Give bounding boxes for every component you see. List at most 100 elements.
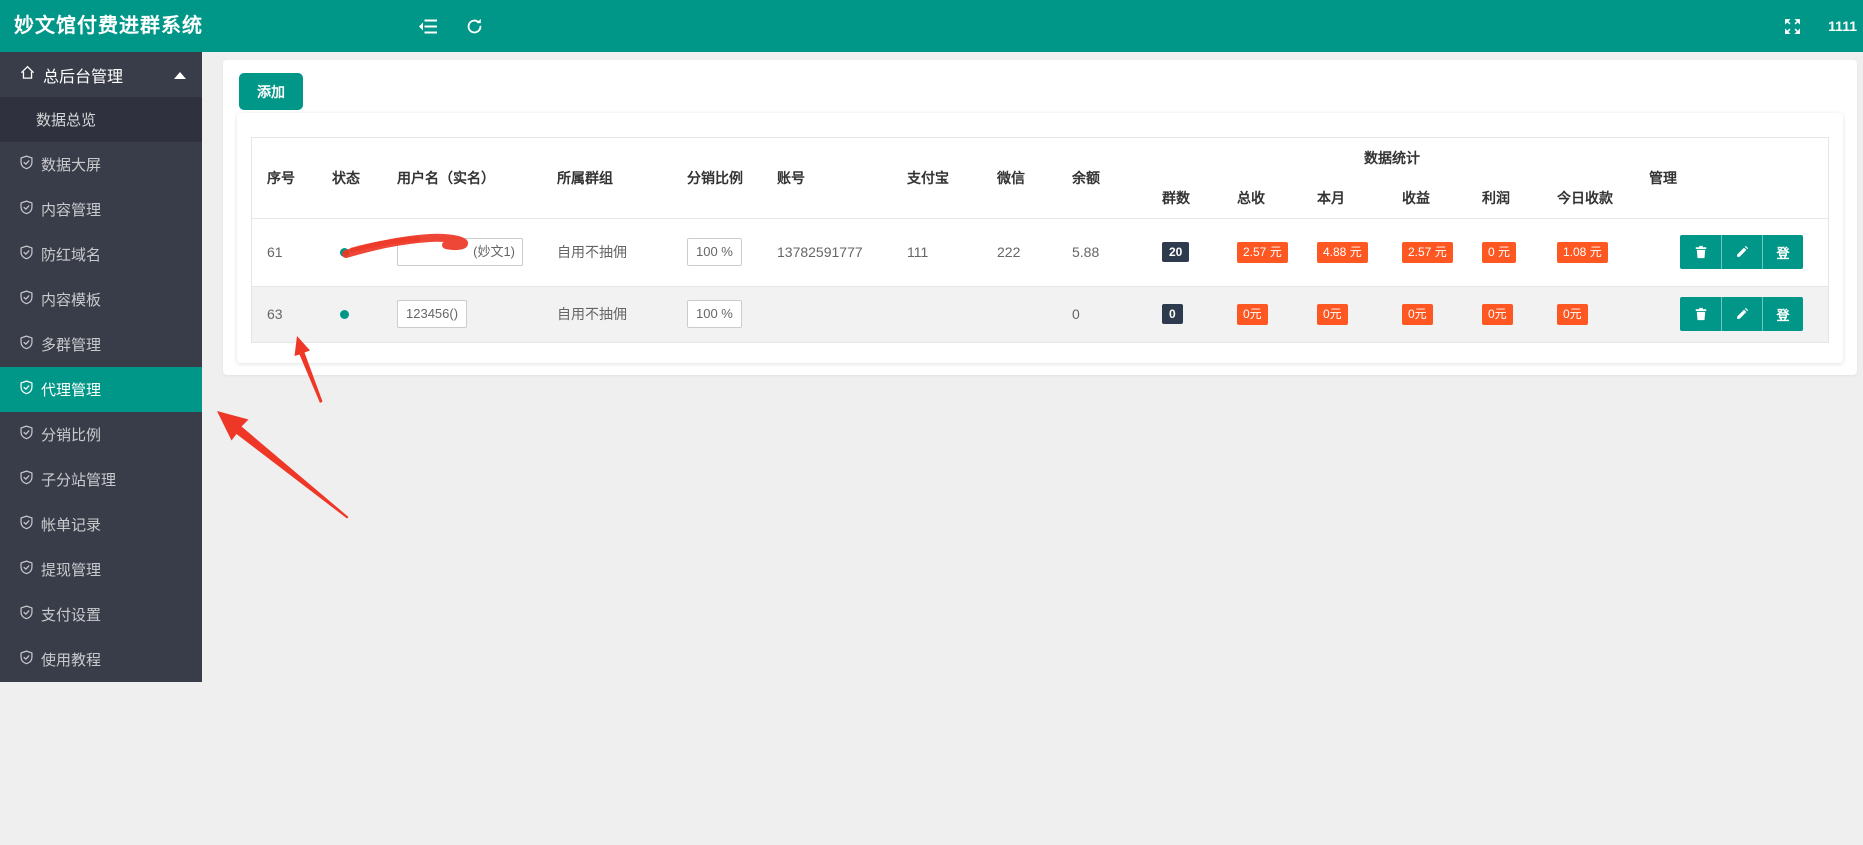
table-panel: 序号 状态 用户名（实名） 所属群组 分销比例 账号 支付宝 微信 余额 数据统… [237, 113, 1843, 363]
sidebar-item-label: 内容模板 [41, 292, 102, 309]
fullscreen-icon[interactable] [1782, 16, 1802, 36]
sidebar-parent-admin[interactable]: 总后台管理 [0, 52, 202, 97]
cell-seq: 63 [267, 306, 283, 323]
sidebar-item-label: 支付设置 [41, 607, 102, 624]
col-header-income: 收益 [1402, 189, 1430, 206]
table-row: 63 123456() 自用不抽佣 100 % 0 0 0元 0元 0元 0元 [252, 286, 1829, 342]
cell-profit: 0 元 [1467, 218, 1542, 286]
ratio-field[interactable]: 100 % [687, 300, 742, 329]
cell-username: 123456() [382, 286, 542, 342]
refresh-icon[interactable] [464, 16, 484, 36]
cell-alipay [892, 286, 982, 342]
sidebar-item-label: 提现管理 [41, 562, 102, 579]
add-button[interactable]: 添加 [239, 73, 303, 110]
cell-wechat: 222 [997, 244, 1021, 260]
sidebar-item-data-overview[interactable]: 数据总览 [0, 97, 202, 142]
col-header-wechat: 微信 [997, 169, 1025, 186]
cell-income: 0元 [1387, 286, 1467, 342]
cell-wechat [982, 286, 1057, 342]
total-badge: 0元 [1237, 303, 1268, 325]
shield-check-icon [19, 380, 34, 399]
sidebar-item-label: 分销比例 [41, 427, 102, 444]
sidebar-item-label: 多群管理 [41, 337, 102, 354]
shield-check-icon [19, 335, 34, 354]
sidebar-item-5[interactable]: 代理管理 [0, 367, 202, 412]
status-dot [340, 248, 349, 257]
sidebar-item-9[interactable]: 提现管理 [0, 547, 202, 592]
sidebar-item-11[interactable]: 使用教程 [0, 637, 202, 682]
cell-account: 13782591777 [777, 244, 863, 260]
status-dot [340, 310, 349, 320]
cell-month: 0元 [1302, 286, 1387, 342]
cell-status [317, 286, 382, 342]
profit-badge: 0元 [1482, 303, 1513, 325]
sidebar-item-label: 防红域名 [41, 247, 102, 264]
month-badge: 4.88 元 [1317, 241, 1368, 263]
sidebar-item-10[interactable]: 支付设置 [0, 592, 202, 637]
sidebar-item-7[interactable]: 子分站管理 [0, 457, 202, 502]
col-header-group-count: 群数 [1162, 189, 1190, 206]
sidebar-item-2[interactable]: 防红域名 [0, 232, 202, 277]
login-as-button[interactable]: 登 [1762, 235, 1804, 269]
cell-today: 1.08 元 [1542, 218, 1637, 286]
delete-button[interactable] [1680, 235, 1722, 269]
sidebar-item-label: 帐单记录 [41, 517, 102, 534]
cell-ratio: 100 % [672, 218, 762, 286]
agent-table-container: 序号 状态 用户名（实名） 所属群组 分销比例 账号 支付宝 微信 余额 数据统… [251, 137, 1829, 343]
cell-manage: 登 [1637, 286, 1828, 342]
cell-month: 4.88 元 [1302, 218, 1387, 286]
table-row: 61 (妙文1) 自用不抽佣 100 % 13782591777 111 222… [252, 218, 1829, 286]
sidebar-nav: 总后台管理 数据总览 数据大屏内容管理防红域名内容模板多群管理代理管理分销比例子… [0, 52, 202, 682]
total-badge: 2.57 元 [1237, 241, 1288, 263]
shield-check-icon [19, 425, 34, 444]
cell-ratio: 100 % [672, 286, 762, 342]
agent-table: 序号 状态 用户名（实名） 所属群组 分销比例 账号 支付宝 微信 余额 数据统… [252, 138, 1829, 342]
sidebar-parent-label: 总后台管理 [43, 68, 124, 86]
shield-check-icon [19, 650, 34, 669]
col-header-alipay: 支付宝 [907, 169, 949, 186]
shield-check-icon [19, 605, 34, 624]
logged-in-user[interactable]: 1111 [1826, 0, 1859, 52]
cell-group-count: 20 [1147, 218, 1222, 286]
income-badge: 2.57 元 [1402, 241, 1453, 263]
shield-check-icon [19, 290, 34, 309]
edit-button[interactable] [1721, 235, 1763, 269]
cell-profit: 0元 [1467, 286, 1542, 342]
cell-total: 2.57 元 [1222, 218, 1302, 286]
sidebar-item-label: 使用教程 [41, 652, 102, 669]
content-card: 添加 序号 状态 用户名（实名） 所属群组 分销比例 账号 支付宝 微信 余额 … [223, 60, 1857, 375]
cell-group-count: 0 [1147, 286, 1222, 342]
shield-check-icon [19, 515, 34, 534]
sidebar-item-8[interactable]: 帐单记录 [0, 502, 202, 547]
sidebar-item-label: 内容管理 [41, 202, 102, 219]
sidebar-item-label: 数据大屏 [41, 157, 102, 174]
login-as-button[interactable]: 登 [1762, 297, 1804, 332]
month-badge: 0元 [1317, 303, 1348, 325]
sidebar-item-0[interactable]: 数据大屏 [0, 142, 202, 187]
col-header-profit: 利润 [1482, 189, 1510, 206]
sidebar-item-3[interactable]: 内容模板 [0, 277, 202, 322]
ratio-field[interactable]: 100 % [687, 238, 742, 266]
delete-button[interactable] [1680, 297, 1722, 332]
cell-total: 0元 [1222, 286, 1302, 342]
cell-group: 自用不抽佣 [557, 306, 627, 323]
top-header: 妙文馆付费进群系统 1111 [0, 0, 1863, 52]
cell-income: 2.57 元 [1387, 218, 1467, 286]
col-header-total-income: 总收 [1237, 189, 1265, 206]
cell-status [317, 218, 382, 286]
sidebar-item-6[interactable]: 分销比例 [0, 412, 202, 457]
cell-balance: 5.88 [1072, 244, 1100, 260]
col-header-username: 用户名（实名） [397, 169, 495, 186]
cell-alipay: 111 [907, 244, 929, 260]
today-badge: 0元 [1557, 303, 1588, 325]
edit-button[interactable] [1721, 297, 1763, 332]
app-title: 妙文馆付费进群系统 [14, 15, 203, 37]
col-header-manage: 管理 [1649, 169, 1678, 186]
sidebar-item-1[interactable]: 内容管理 [0, 187, 202, 232]
col-header-account: 账号 [777, 169, 805, 186]
username-field[interactable]: (妙文1) [397, 238, 523, 266]
username-field[interactable]: 123456() [397, 300, 468, 329]
collapse-menu-icon[interactable] [418, 16, 438, 36]
sidebar-item-4[interactable]: 多群管理 [0, 322, 202, 367]
today-badge: 1.08 元 [1557, 241, 1608, 263]
